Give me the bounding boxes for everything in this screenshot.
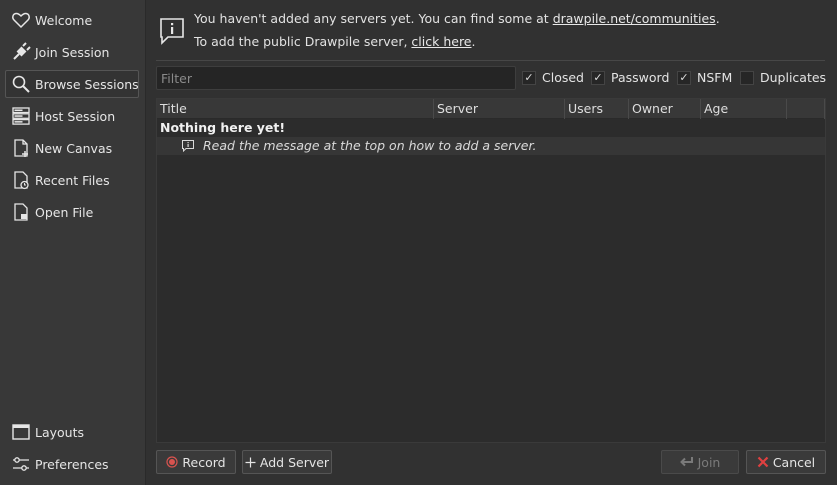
notice-line-1: You haven't added any servers yet. You c… bbox=[194, 11, 720, 27]
cancel-x-icon bbox=[757, 456, 769, 468]
checkmark-icon: ✓ bbox=[522, 70, 536, 85]
sessions-table[interactable]: Title Server Users Owner Age Nothing her… bbox=[156, 98, 826, 443]
checkbox-label: NSFM bbox=[697, 70, 733, 85]
server-icon bbox=[11, 106, 31, 126]
sidebar-item-label: Layouts bbox=[35, 424, 85, 440]
nsfm-checkbox[interactable]: ✓ NSFM bbox=[677, 70, 732, 85]
checkbox-label: Password bbox=[611, 70, 670, 85]
record-icon bbox=[166, 456, 178, 468]
sidebar-item-new-canvas[interactable]: New Canvas bbox=[5, 134, 139, 162]
plus-icon bbox=[245, 457, 256, 468]
communities-link[interactable]: drawpile.net/communities bbox=[553, 11, 716, 26]
button-label: Cancel bbox=[772, 454, 816, 470]
column-header-server[interactable]: Server bbox=[434, 99, 565, 119]
button-label: Join bbox=[697, 454, 721, 470]
sidebar-item-label: Browse Sessions bbox=[35, 76, 139, 92]
table-row[interactable]: Read the message at the top on how to ad… bbox=[157, 137, 825, 155]
notice-text: You haven't added any servers yet. You c… bbox=[194, 11, 553, 26]
checkbox-label: Closed bbox=[542, 70, 584, 85]
column-header-users[interactable]: Users bbox=[565, 99, 629, 119]
checkbox-empty bbox=[740, 70, 754, 85]
sidebar-item-host-session[interactable]: Host Session bbox=[5, 102, 139, 130]
closed-checkbox[interactable]: ✓ Closed bbox=[522, 70, 584, 85]
column-header-age[interactable]: Age bbox=[701, 99, 787, 119]
open-file-icon bbox=[11, 202, 31, 222]
new-document-icon bbox=[11, 138, 31, 158]
sidebar: Welcome Join Session Browse Sessions Hos… bbox=[0, 0, 146, 485]
sidebar-item-label: Join Session bbox=[35, 44, 110, 60]
sidebar-item-open-file[interactable]: Open File bbox=[5, 198, 139, 226]
column-header-title[interactable]: Title bbox=[157, 99, 434, 119]
button-label: Add Server bbox=[259, 454, 330, 470]
sidebar-item-label: Host Session bbox=[35, 108, 116, 124]
checkmark-icon: ✓ bbox=[677, 70, 691, 85]
sidebar-item-join-session[interactable]: Join Session bbox=[5, 38, 139, 66]
column-header-owner[interactable]: Owner bbox=[629, 99, 701, 119]
browse-sessions-panel: You haven't added any servers yet. You c… bbox=[146, 0, 837, 485]
sidebar-item-label: New Canvas bbox=[35, 140, 113, 156]
info-message-icon bbox=[160, 18, 184, 45]
sliders-icon bbox=[11, 454, 31, 474]
plug-icon bbox=[11, 42, 31, 62]
notice-punctuation: . bbox=[471, 34, 476, 49]
add-public-server-link[interactable]: click here bbox=[411, 34, 471, 49]
duplicates-checkbox[interactable]: Duplicates bbox=[740, 70, 826, 85]
search-icon bbox=[11, 74, 31, 94]
sidebar-item-label: Welcome bbox=[35, 12, 93, 28]
sidebar-item-layouts[interactable]: Layouts bbox=[5, 418, 139, 446]
notice-line-2: To add the public Drawpile server, click… bbox=[194, 34, 475, 50]
checkbox-label: Duplicates bbox=[760, 70, 827, 85]
checkmark-icon: ✓ bbox=[591, 70, 605, 85]
notice-text: To add the public Drawpile server, bbox=[194, 34, 412, 49]
info-message-icon bbox=[182, 140, 194, 152]
heart-icon bbox=[11, 10, 31, 30]
column-header-extra bbox=[787, 99, 825, 119]
button-label: Record bbox=[182, 454, 226, 470]
sidebar-item-label: Recent Files bbox=[35, 172, 110, 188]
table-row-message: Read the message at the top on how to ad… bbox=[203, 138, 537, 153]
sidebar-item-label: Preferences bbox=[35, 456, 109, 472]
divider bbox=[156, 60, 825, 61]
cancel-button[interactable]: Cancel bbox=[746, 450, 826, 474]
table-group-row[interactable]: Nothing here yet! bbox=[157, 119, 825, 137]
sidebar-item-recent-files[interactable]: Recent Files bbox=[5, 166, 139, 194]
recent-file-icon bbox=[11, 170, 31, 190]
sidebar-item-label: Open File bbox=[35, 204, 94, 220]
record-button[interactable]: Record bbox=[156, 450, 236, 474]
add-server-button[interactable]: Add Server bbox=[242, 450, 332, 474]
filter-input[interactable] bbox=[156, 66, 516, 90]
join-arrow-icon bbox=[679, 456, 694, 468]
table-header: Title Server Users Owner Age bbox=[157, 99, 825, 119]
window-icon bbox=[11, 422, 31, 442]
sidebar-item-preferences[interactable]: Preferences bbox=[5, 450, 139, 478]
notice-punctuation: . bbox=[715, 11, 720, 26]
password-checkbox[interactable]: ✓ Password bbox=[591, 70, 669, 85]
join-button[interactable]: Join bbox=[661, 450, 739, 474]
sidebar-item-welcome[interactable]: Welcome bbox=[5, 6, 139, 34]
sidebar-item-browse-sessions[interactable]: Browse Sessions bbox=[5, 70, 139, 98]
